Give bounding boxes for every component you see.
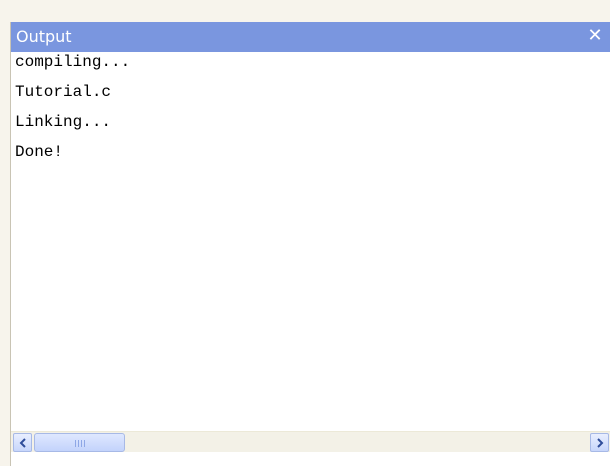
chevron-left-icon (19, 438, 26, 448)
output-text-area[interactable]: compiling... Tutorial.c Linking... Done! (11, 52, 610, 454)
output-line: compiling... (15, 53, 131, 71)
scroll-left-button[interactable] (13, 433, 32, 452)
output-line: Linking... (15, 113, 112, 131)
scroll-right-button[interactable] (590, 433, 609, 452)
panel-title: Output (16, 27, 72, 46)
scroll-thumb[interactable] (34, 433, 125, 452)
output-line: Tutorial.c (15, 83, 112, 101)
output-panel: Output ✕ compiling... Tutorial.c Linking… (10, 22, 610, 466)
horizontal-scrollbar[interactable] (11, 431, 610, 452)
close-icon[interactable]: ✕ (585, 25, 605, 47)
grip-icon (75, 440, 85, 447)
output-window-frame: Output ✕ compiling... Tutorial.c Linking… (0, 0, 610, 466)
chevron-right-icon (597, 438, 604, 448)
output-line: Done! (15, 143, 64, 161)
output-title-bar[interactable]: Output ✕ (11, 22, 610, 52)
